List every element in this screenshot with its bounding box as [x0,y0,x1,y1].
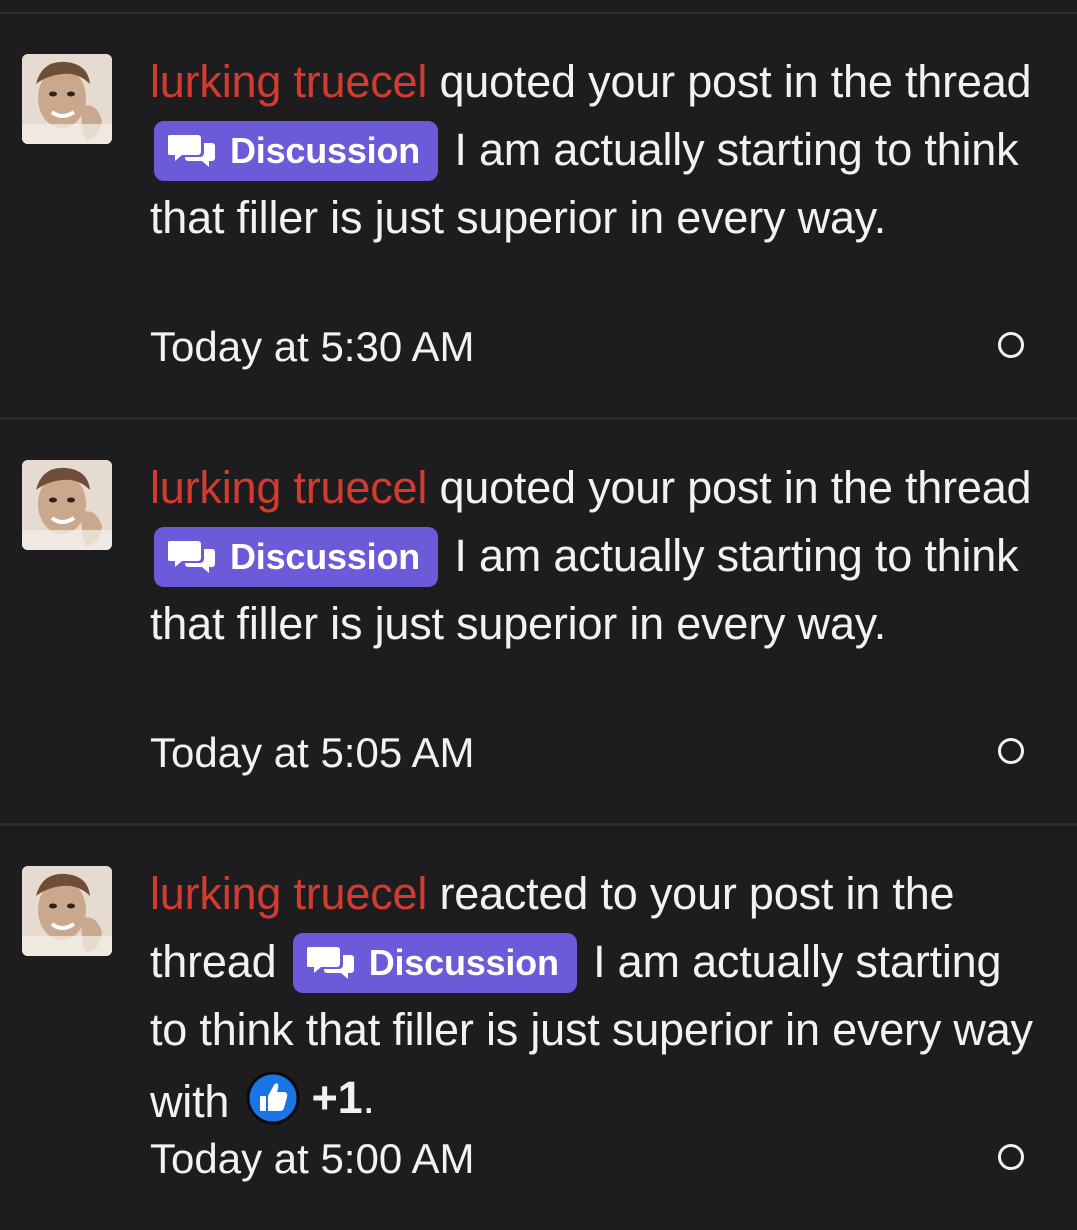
avatar[interactable] [22,54,112,144]
notification-action: quoted your post in the thread [427,56,1032,107]
notification-timestamp: Today at 5:05 AM [150,729,475,776]
notification-item[interactable]: lurking truecel reacted to your post in … [0,826,1077,1230]
mark-read-toggle[interactable] [998,738,1024,764]
chat-bubbles-icon [306,947,354,979]
mark-read-toggle[interactable] [998,332,1024,358]
badge-label: Discussion [368,942,559,983]
username-link[interactable]: lurking truecel [150,56,427,107]
notification-timestamp: Today at 5:30 AM [150,323,475,370]
avatar[interactable] [22,460,112,550]
notification-timestamp: Today at 5:00 AM [150,1135,475,1182]
chat-bubbles-icon [168,541,215,573]
badge-label: Discussion [230,536,421,577]
chat-bubbles-icon [168,135,215,167]
notification-action: quoted your post in the thread [427,462,1032,513]
notification-text: lurking truecel quoted your post in the … [150,48,1040,252]
avatar[interactable] [22,866,112,956]
discussion-badge[interactable]: Discussion [292,933,577,993]
notification-item[interactable]: lurking truecel quoted your post in the … [0,14,1077,418]
badge-label: Discussion [230,130,421,171]
reaction-count: +1 [311,1072,363,1123]
discussion-badge[interactable]: Discussion [154,121,439,181]
reaction-suffix: . [362,1072,375,1123]
reaction[interactable]: +1. [246,1064,375,1132]
thumbs-up-icon [246,1071,300,1125]
notification-text: lurking truecel quoted your post in the … [150,454,1040,658]
username-link[interactable]: lurking truecel [150,868,427,919]
notification-text: lurking truecel reacted to your post in … [150,860,1040,1136]
mark-read-toggle[interactable] [998,1144,1024,1170]
notification-item[interactable]: lurking truecel quoted your post in the … [0,420,1077,824]
discussion-badge[interactable]: Discussion [154,527,439,587]
username-link[interactable]: lurking truecel [150,462,427,513]
